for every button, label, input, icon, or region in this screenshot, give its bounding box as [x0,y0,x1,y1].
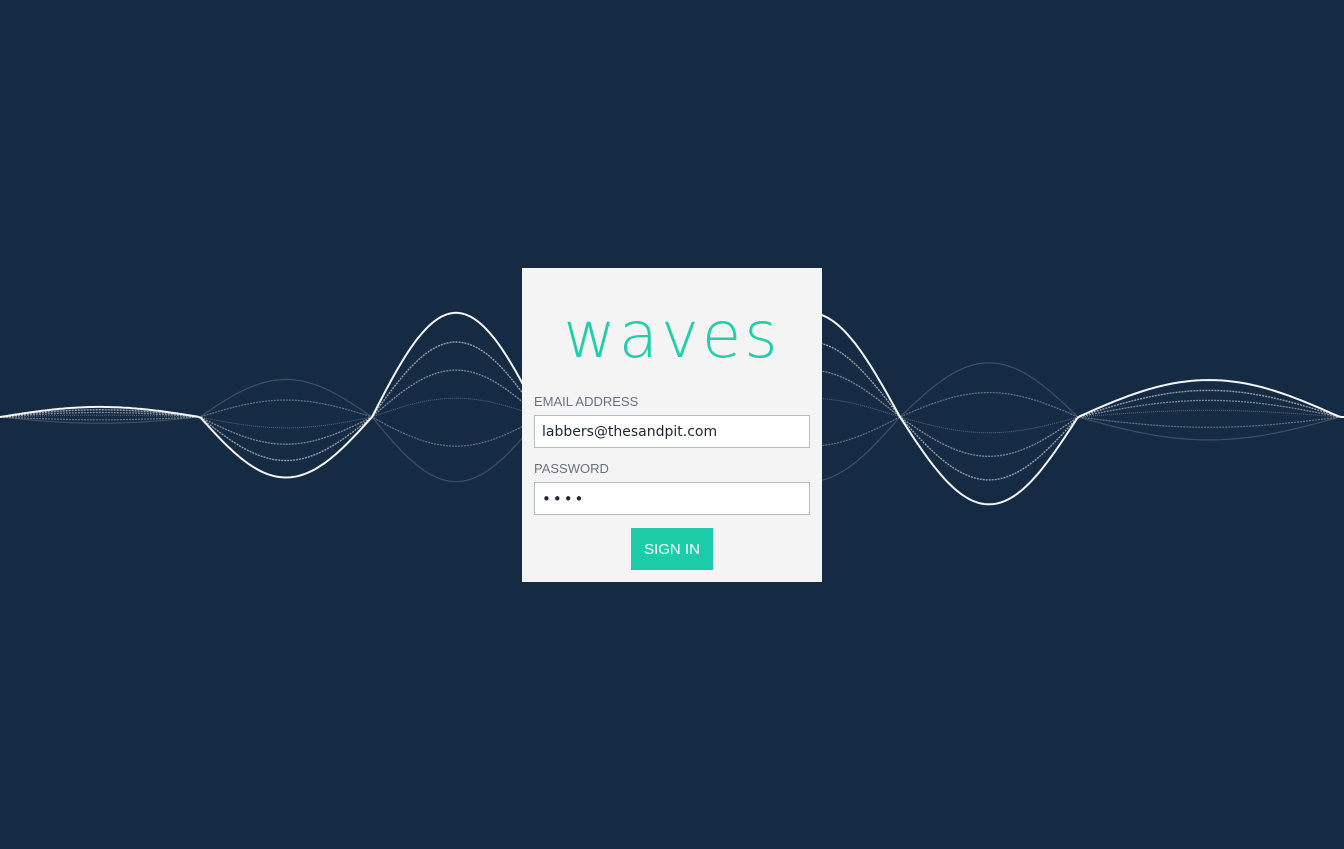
login-screen: waves EMAIL ADDRESS PASSWORD SIGN IN [0,0,1344,849]
password-input[interactable] [534,482,810,515]
email-input[interactable] [534,415,810,448]
email-label: EMAIL ADDRESS [534,394,639,409]
sign-in-button[interactable]: SIGN IN [631,528,713,570]
password-label: PASSWORD [534,461,609,476]
